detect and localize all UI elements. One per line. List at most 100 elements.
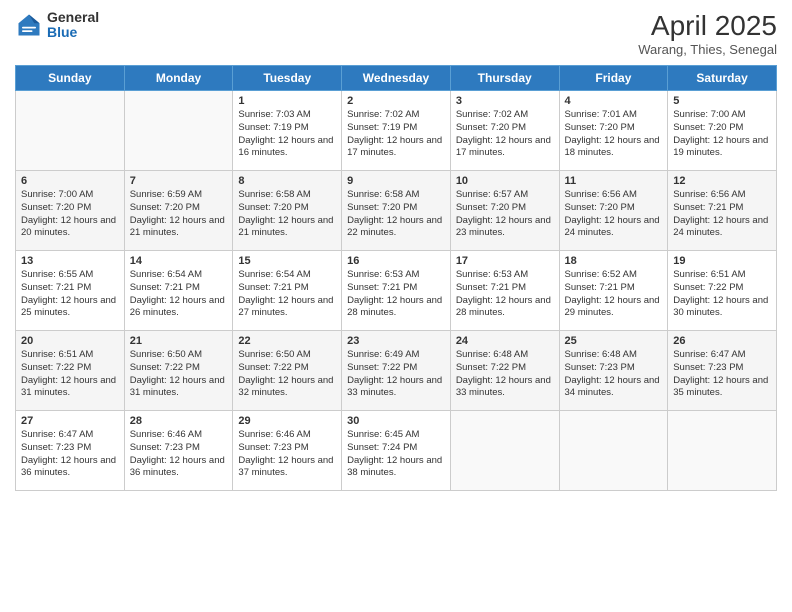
week-row-5: 27 Sunrise: 6:47 AM Sunset: 7:23 PM Dayli… — [16, 411, 777, 491]
calendar-cell: 24 Sunrise: 6:48 AM Sunset: 7:22 PM Dayli… — [450, 331, 559, 411]
week-row-2: 6Sunrise: 7:00 AM Sunset: 7:20 PM Daylig… — [16, 171, 777, 251]
calendar-cell: 10 Sunrise: 6:57 AM Sunset: 7:20 PM Dayli… — [450, 171, 559, 251]
day-info: Sunrise: 6:54 AM Sunset: 7:21 PM Dayligh… — [238, 269, 336, 320]
calendar-cell: 2Sunrise: 7:02 AM Sunset: 7:19 PM Daylig… — [342, 91, 451, 171]
day-info: Sunrise: 6:53 AM Sunset: 7:21 PM Dayligh… — [347, 269, 445, 320]
logo-text: General Blue — [47, 10, 99, 41]
title-month: April 2025 — [638, 10, 777, 42]
calendar-cell: 19 Sunrise: 6:51 AM Sunset: 7:22 PM Dayli… — [668, 251, 777, 331]
day-info: Sunrise: 6:58 AM Sunset: 7:20 PM Dayligh… — [347, 189, 445, 240]
day-number: 10 — [456, 175, 554, 187]
header-tuesday: Tuesday — [233, 66, 342, 91]
header-friday: Friday — [559, 66, 668, 91]
day-info: Sunrise: 7:03 AM Sunset: 7:19 PM Dayligh… — [238, 109, 336, 160]
day-info: Sunrise: 7:02 AM Sunset: 7:20 PM Dayligh… — [456, 109, 554, 160]
day-info: Sunrise: 6:45 AM Sunset: 7:24 PM Dayligh… — [347, 429, 445, 480]
day-number: 20 — [21, 335, 119, 347]
header-saturday: Saturday — [668, 66, 777, 91]
day-info: Sunrise: 6:50 AM Sunset: 7:22 PM Dayligh… — [130, 349, 228, 400]
calendar-cell: 3 Sunrise: 7:02 AM Sunset: 7:20 PM Daylig… — [450, 91, 559, 171]
day-info: Sunrise: 6:59 AM Sunset: 7:20 PM Dayligh… — [130, 189, 228, 240]
logo-general-text: General — [47, 10, 99, 25]
calendar-cell: 13Sunrise: 6:55 AM Sunset: 7:21 PM Dayli… — [16, 251, 125, 331]
calendar-cell — [124, 91, 233, 171]
header: General Blue April 2025 Warang, Thies, S… — [15, 10, 777, 57]
title-location: Warang, Thies, Senegal — [638, 42, 777, 57]
day-info: Sunrise: 6:54 AM Sunset: 7:21 PM Dayligh… — [130, 269, 228, 320]
calendar-cell: 15 Sunrise: 6:54 AM Sunset: 7:21 PM Dayli… — [233, 251, 342, 331]
day-number: 22 — [238, 335, 336, 347]
day-info: Sunrise: 6:53 AM Sunset: 7:21 PM Dayligh… — [456, 269, 554, 320]
day-info: Sunrise: 6:50 AM Sunset: 7:22 PM Dayligh… — [238, 349, 336, 400]
day-info: Sunrise: 7:00 AM Sunset: 7:20 PM Dayligh… — [673, 109, 771, 160]
day-info: Sunrise: 6:47 AM Sunset: 7:23 PM Dayligh… — [673, 349, 771, 400]
day-number: 19 — [673, 255, 771, 267]
day-number: 15 — [238, 255, 336, 267]
day-number: 17 — [456, 255, 554, 267]
day-info: Sunrise: 7:01 AM Sunset: 7:20 PM Dayligh… — [565, 109, 663, 160]
calendar-cell: 18Sunrise: 6:52 AM Sunset: 7:21 PM Dayli… — [559, 251, 668, 331]
header-sunday: Sunday — [16, 66, 125, 91]
day-number: 1 — [238, 95, 336, 107]
day-info: Sunrise: 6:46 AM Sunset: 7:23 PM Dayligh… — [238, 429, 336, 480]
day-number: 11 — [565, 175, 663, 187]
day-number: 28 — [130, 415, 228, 427]
calendar-cell: 28 Sunrise: 6:46 AM Sunset: 7:23 PM Dayli… — [124, 411, 233, 491]
calendar-cell: 29 Sunrise: 6:46 AM Sunset: 7:23 PM Dayli… — [233, 411, 342, 491]
day-number: 13 — [21, 255, 119, 267]
day-info: Sunrise: 6:56 AM Sunset: 7:21 PM Dayligh… — [673, 189, 771, 240]
day-number: 25 — [565, 335, 663, 347]
header-thursday: Thursday — [450, 66, 559, 91]
day-info: Sunrise: 6:57 AM Sunset: 7:20 PM Dayligh… — [456, 189, 554, 240]
day-number: 6 — [21, 175, 119, 187]
calendar-cell: 20 Sunrise: 6:51 AM Sunset: 7:22 PM Dayli… — [16, 331, 125, 411]
day-number: 24 — [456, 335, 554, 347]
day-info: Sunrise: 6:46 AM Sunset: 7:23 PM Dayligh… — [130, 429, 228, 480]
day-number: 3 — [456, 95, 554, 107]
day-number: 23 — [347, 335, 445, 347]
week-row-1: 1 Sunrise: 7:03 AM Sunset: 7:19 PM Daylig… — [16, 91, 777, 171]
day-number: 29 — [238, 415, 336, 427]
day-number: 14 — [130, 255, 228, 267]
calendar-cell — [450, 411, 559, 491]
logo-icon — [15, 11, 43, 39]
calendar-cell: 25 Sunrise: 6:48 AM Sunset: 7:23 PM Dayli… — [559, 331, 668, 411]
calendar-cell: 4 Sunrise: 7:01 AM Sunset: 7:20 PM Daylig… — [559, 91, 668, 171]
day-info: Sunrise: 6:51 AM Sunset: 7:22 PM Dayligh… — [673, 269, 771, 320]
calendar-cell: 14 Sunrise: 6:54 AM Sunset: 7:21 PM Dayli… — [124, 251, 233, 331]
day-number: 18 — [565, 255, 663, 267]
calendar-cell: 1 Sunrise: 7:03 AM Sunset: 7:19 PM Daylig… — [233, 91, 342, 171]
day-number: 9 — [347, 175, 445, 187]
day-number: 30 — [347, 415, 445, 427]
day-number: 27 — [21, 415, 119, 427]
day-info: Sunrise: 6:47 AM Sunset: 7:23 PM Dayligh… — [21, 429, 119, 480]
day-number: 12 — [673, 175, 771, 187]
day-number: 5 — [673, 95, 771, 107]
calendar-cell — [16, 91, 125, 171]
day-number: 2 — [347, 95, 445, 107]
day-number: 8 — [238, 175, 336, 187]
calendar-cell: 12 Sunrise: 6:56 AM Sunset: 7:21 PM Dayli… — [668, 171, 777, 251]
day-info: Sunrise: 6:58 AM Sunset: 7:20 PM Dayligh… — [238, 189, 336, 240]
calendar-cell: 23Sunrise: 6:49 AM Sunset: 7:22 PM Dayli… — [342, 331, 451, 411]
calendar-cell: 30 Sunrise: 6:45 AM Sunset: 7:24 PM Dayli… — [342, 411, 451, 491]
day-info: Sunrise: 6:51 AM Sunset: 7:22 PM Dayligh… — [21, 349, 119, 400]
calendar-cell: 22 Sunrise: 6:50 AM Sunset: 7:22 PM Dayli… — [233, 331, 342, 411]
calendar-cell: 8 Sunrise: 6:58 AM Sunset: 7:20 PM Daylig… — [233, 171, 342, 251]
calendar-cell — [559, 411, 668, 491]
day-number: 16 — [347, 255, 445, 267]
logo: General Blue — [15, 10, 99, 41]
calendar-cell: 6Sunrise: 7:00 AM Sunset: 7:20 PM Daylig… — [16, 171, 125, 251]
weekday-header-row: Sunday Monday Tuesday Wednesday Thursday… — [16, 66, 777, 91]
day-info: Sunrise: 6:56 AM Sunset: 7:20 PM Dayligh… — [565, 189, 663, 240]
logo-blue-text: Blue — [47, 25, 99, 40]
day-info: Sunrise: 6:48 AM Sunset: 7:22 PM Dayligh… — [456, 349, 554, 400]
calendar-cell — [668, 411, 777, 491]
calendar-cell: 21Sunrise: 6:50 AM Sunset: 7:22 PM Dayli… — [124, 331, 233, 411]
day-number: 4 — [565, 95, 663, 107]
week-row-4: 20 Sunrise: 6:51 AM Sunset: 7:22 PM Dayli… — [16, 331, 777, 411]
calendar-table: Sunday Monday Tuesday Wednesday Thursday… — [15, 65, 777, 491]
day-info: Sunrise: 6:48 AM Sunset: 7:23 PM Dayligh… — [565, 349, 663, 400]
calendar-cell: 7Sunrise: 6:59 AM Sunset: 7:20 PM Daylig… — [124, 171, 233, 251]
title-block: April 2025 Warang, Thies, Senegal — [638, 10, 777, 57]
